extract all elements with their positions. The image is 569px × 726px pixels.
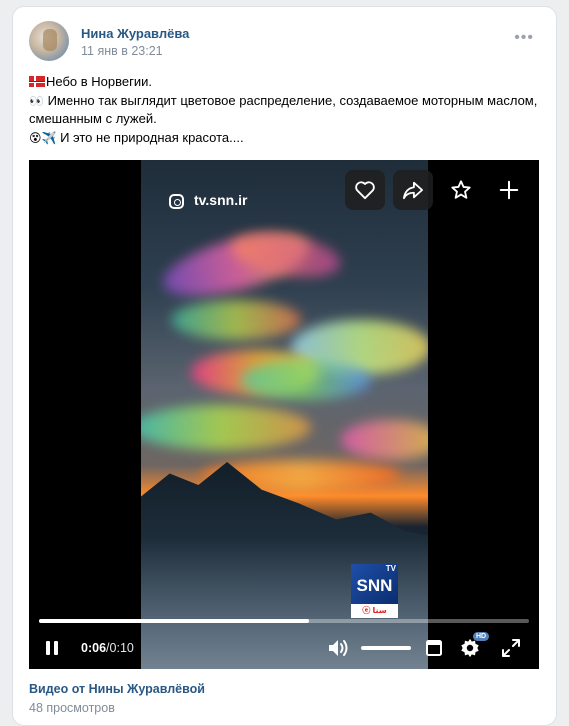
plus-icon — [499, 180, 519, 200]
pause-icon — [46, 641, 58, 655]
norway-flag-icon — [29, 76, 45, 87]
progress-bar[interactable] — [39, 619, 529, 623]
author-name[interactable]: Нина Журавлёва — [81, 26, 189, 41]
eyes-emoji: 👀 — [29, 93, 44, 108]
heart-icon — [355, 181, 375, 200]
fullscreen-icon — [502, 639, 520, 657]
snn-logo-tv: TV — [385, 564, 396, 573]
post-text-line2: Именно так выглядит цветовое распределен… — [29, 92, 538, 127]
volume-icon — [329, 640, 348, 656]
add-button[interactable] — [489, 170, 529, 210]
more-options-icon[interactable]: ••• — [514, 30, 534, 46]
video-player[interactable]: tv.snn.ir SNN TV ⓔ ﺳﻨﺎ 0:06 / 0:10 HD — [29, 160, 539, 669]
post-date[interactable]: 11 янв в 23:21 — [81, 44, 163, 58]
snn-logo-text: SNN — [356, 576, 393, 595]
post-text-line1: Небо в Норвегии. — [46, 74, 152, 89]
pause-button[interactable] — [43, 636, 61, 660]
instagram-icon — [169, 194, 184, 209]
time-display: 0:06 / 0:10 — [81, 636, 134, 660]
progress-fill — [39, 619, 309, 623]
current-time: 0:06 — [81, 641, 107, 655]
favorite-button[interactable] — [441, 170, 481, 210]
post-text: Небо в Норвегии. 👀 Именно так выглядит ц… — [29, 73, 539, 147]
fullscreen-button[interactable] — [501, 636, 521, 660]
video-controls: 0:06 / 0:10 HD — [29, 630, 539, 666]
views-count: 48 просмотров — [29, 701, 115, 715]
video-caption-link[interactable]: Видео от Нины Журавлёвой — [29, 682, 205, 696]
video-frame[interactable]: tv.snn.ir SNN TV ⓔ ﺳﻨﺎ — [141, 160, 428, 669]
picture-in-picture-button[interactable] — [425, 636, 443, 660]
hd-badge: HD — [473, 632, 490, 641]
picture-in-picture-icon — [426, 640, 442, 656]
volume-button[interactable] — [327, 636, 351, 660]
dizzy-plane-emoji: 😵✈️ — [29, 130, 57, 145]
share-button[interactable] — [393, 170, 433, 210]
snn-logo: SNN TV ⓔ ﺳﻨﺎ — [351, 564, 398, 620]
avatar[interactable] — [29, 21, 69, 61]
post-card: Нина Журавлёва 11 янв в 23:21 ••• Небо в… — [12, 6, 557, 726]
volume-slider[interactable] — [361, 646, 411, 650]
watermark: tv.snn.ir — [169, 192, 247, 209]
share-icon — [402, 181, 423, 200]
star-icon — [451, 180, 471, 199]
duration: 0:10 — [109, 641, 134, 655]
watermark-text: tv.snn.ir — [194, 192, 248, 208]
snn-logo-sub: ⓔ ﺳﻨﺎ — [351, 604, 398, 618]
like-button[interactable] — [345, 170, 385, 210]
post-text-line3: И это не природная красота.... — [56, 129, 244, 145]
